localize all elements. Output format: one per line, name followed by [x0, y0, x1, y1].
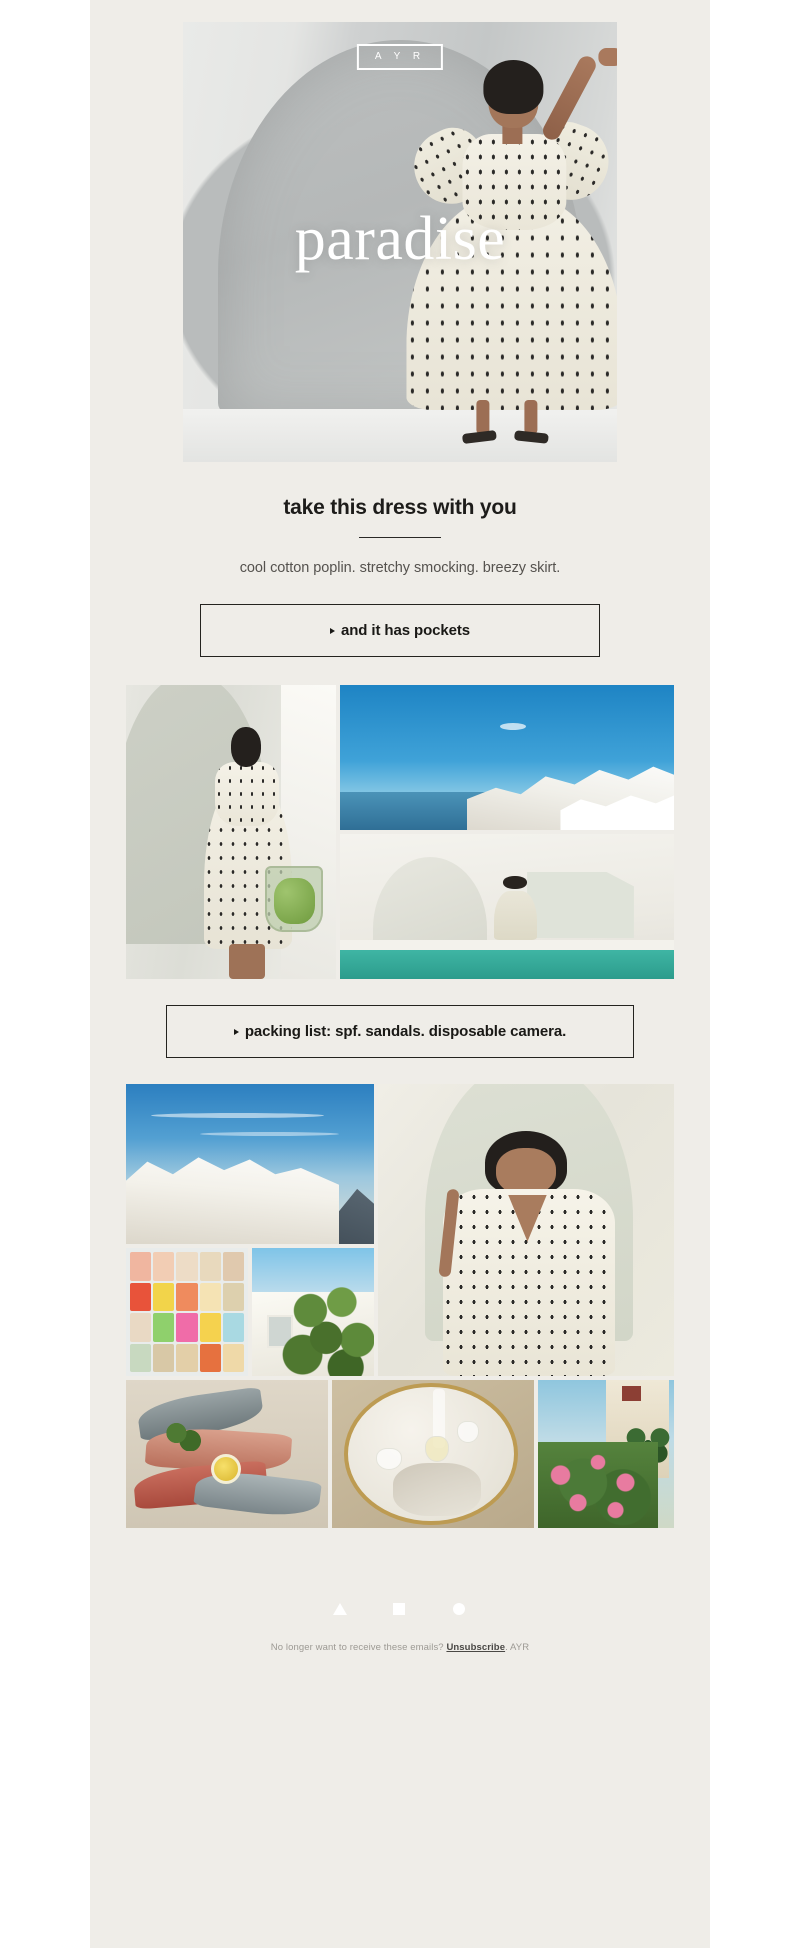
- unsubscribe-link[interactable]: Unsubscribe: [446, 1642, 505, 1653]
- popsicle-swatch: [176, 1282, 198, 1311]
- gallery-two-left-row: [126, 1248, 374, 1376]
- popsicle-freezer-photo[interactable]: [126, 1248, 248, 1376]
- santorini-sea-view-photo[interactable]: [340, 685, 674, 830]
- pockets-cta-button[interactable]: and it has pockets: [200, 604, 600, 657]
- pool-ledge: [340, 939, 674, 950]
- popsicle-swatch: [222, 1313, 244, 1342]
- model-sandal-left: [461, 430, 497, 445]
- model-leg-right: [524, 400, 538, 435]
- hero-photo: A Y R paradise: [183, 22, 617, 462]
- hero-section: A Y R paradise: [90, 22, 710, 462]
- building-shutter: [622, 1385, 642, 1402]
- oleander-palm-photo[interactable]: [538, 1380, 674, 1528]
- lemon-slice: [210, 1454, 241, 1484]
- gallery-three: [126, 1380, 674, 1528]
- poolside-arch-photo[interactable]: [340, 834, 674, 979]
- sea-cloud: [500, 722, 527, 730]
- popsicle-swatch: [153, 1313, 175, 1342]
- popsicle-swatch: [176, 1252, 198, 1281]
- cliff-white-village: [126, 1157, 340, 1244]
- popsicle-swatch: [176, 1343, 198, 1372]
- model-hair: [483, 60, 544, 115]
- ayr-logo[interactable]: A Y R: [356, 44, 444, 70]
- page-title: take this dress with you: [283, 496, 517, 519]
- gallery-two: [126, 1084, 674, 1376]
- popsicle-swatch: [222, 1282, 244, 1311]
- model-with-tote-photo[interactable]: [126, 685, 336, 979]
- alley-model-legs: [228, 944, 266, 979]
- product-subcopy: cool cotton poplin. stretchy smocking. b…: [239, 560, 561, 576]
- popsicle-swatch: [130, 1282, 152, 1311]
- fresh-fish-photo[interactable]: [126, 1380, 328, 1528]
- portrait-face: [496, 1148, 556, 1195]
- mesh-tote-bag: [265, 865, 324, 932]
- pool-water: [340, 950, 674, 979]
- popsicle-swatch: [199, 1252, 221, 1281]
- alley-model-figure: [202, 727, 299, 979]
- triangle-right-icon: [233, 1029, 239, 1035]
- social-links: [90, 1602, 710, 1620]
- poolside-figure-dress: [493, 890, 538, 940]
- packing-list-cta-label: packing list: spf. sandals. disposable c…: [244, 1023, 567, 1040]
- popsicle-grid: [130, 1252, 244, 1372]
- gallery-one-left-column: [126, 685, 336, 979]
- email-canvas: A Y R paradise take this dress with you …: [0, 0, 800, 1948]
- popsicle-swatch: [176, 1313, 198, 1342]
- pool-wall-block: [527, 871, 634, 939]
- alley-model-head: [230, 727, 262, 767]
- ayr-logo-text: A Y R: [374, 51, 426, 62]
- model-leg-left: [476, 400, 490, 435]
- footer-prefix: No longer want to receive these emails?: [270, 1642, 444, 1653]
- tree-foliage: [281, 1278, 374, 1376]
- popsicle-swatch: [130, 1252, 152, 1281]
- parsley-garnish: [158, 1421, 205, 1452]
- popsicle-swatch: [199, 1282, 221, 1311]
- alley-model-torso: [215, 761, 279, 826]
- poolside-figure-head: [503, 875, 528, 890]
- gallery-two-right-column: [378, 1084, 674, 1376]
- popsicle-swatch: [199, 1343, 221, 1372]
- popsicle-swatch: [222, 1252, 244, 1281]
- model-hand: [598, 48, 617, 67]
- social-square-icon[interactable]: [393, 1602, 407, 1616]
- title-divider: [359, 537, 441, 538]
- popsicle-swatch: [153, 1343, 175, 1372]
- wine-glasses-table-photo[interactable]: [332, 1380, 534, 1528]
- hero-overlay-word: paradise: [294, 205, 506, 273]
- social-circle-icon[interactable]: [453, 1602, 467, 1616]
- popsicle-swatch: [130, 1343, 152, 1372]
- pockets-cta-label: and it has pockets: [340, 622, 471, 639]
- model-sandal-right: [513, 430, 549, 445]
- popsicle-swatch: [153, 1282, 175, 1311]
- social-triangle-icon[interactable]: [333, 1602, 347, 1616]
- popsicle-swatch: [153, 1252, 175, 1281]
- cliff-cloud-streak-lower: [200, 1132, 340, 1136]
- triangle-right-icon: [329, 628, 335, 634]
- lemon-tree-photo[interactable]: [252, 1248, 374, 1376]
- pool-arch-shape: [373, 857, 487, 948]
- email-body: A Y R paradise take this dress with you …: [90, 0, 710, 1948]
- gallery-one-right-column: [340, 685, 674, 979]
- cliff-cloud-streak: [150, 1112, 325, 1118]
- model-portrait-photo[interactable]: [378, 1084, 674, 1376]
- wine-glass-two: [424, 1436, 449, 1463]
- gallery-one: [126, 685, 674, 979]
- popsicle-swatch: [130, 1313, 152, 1342]
- popsicle-swatch: [199, 1313, 221, 1342]
- gallery-two-left-column: [126, 1084, 374, 1376]
- packing-list-cta-button[interactable]: packing list: spf. sandals. disposable c…: [166, 1005, 634, 1058]
- table-shadow: [392, 1462, 482, 1517]
- popsicle-swatch: [222, 1343, 244, 1372]
- footer-legal: No longer want to receive these emails? …: [90, 1620, 710, 1693]
- poolside-figure: [493, 873, 538, 940]
- footer-suffix: . AYR: [505, 1642, 530, 1653]
- santorini-cliff-village-photo[interactable]: [126, 1084, 374, 1244]
- oleander-bush: [538, 1442, 658, 1528]
